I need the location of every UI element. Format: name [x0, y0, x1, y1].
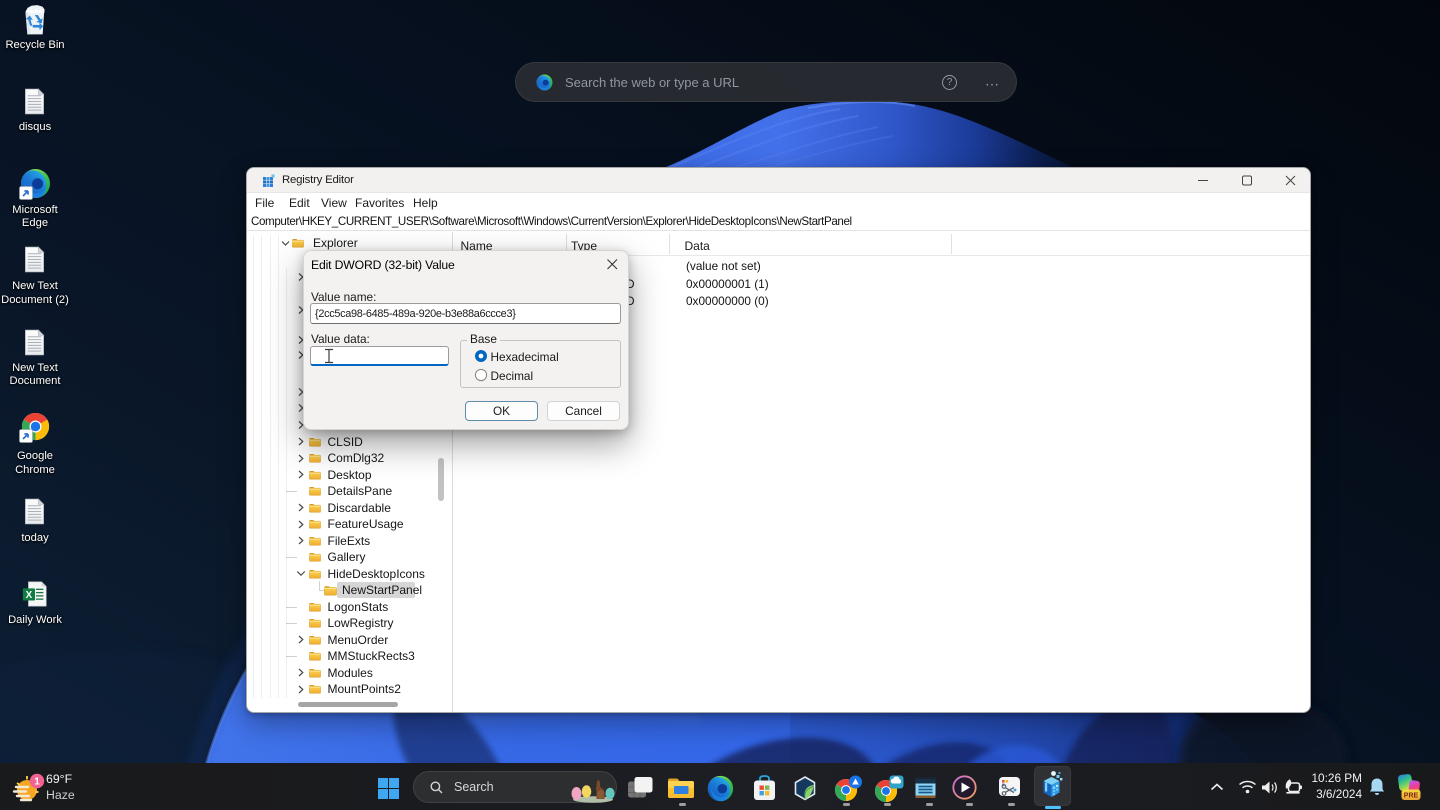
svg-text:1: 1 [34, 777, 40, 788]
svg-text:PRE: PRE [1404, 793, 1419, 800]
